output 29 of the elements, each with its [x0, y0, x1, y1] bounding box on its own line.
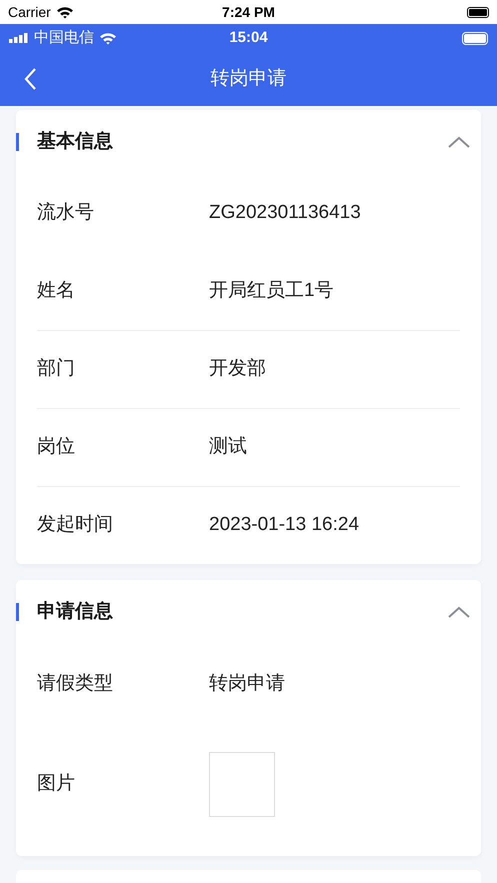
- page-title: 转岗申请: [210, 66, 286, 91]
- signal-icon: [9, 33, 29, 43]
- wifi-icon: [56, 6, 74, 18]
- carrier-label: Carrier: [8, 2, 51, 22]
- carrier-label: 中国电信: [34, 28, 94, 48]
- field-value: ZG202301136413: [209, 200, 361, 225]
- field-value: 转岗申请: [209, 672, 285, 696]
- chevron-up-icon[interactable]: [447, 605, 471, 619]
- field-label: 部门: [37, 357, 76, 382]
- field-label: 图片: [37, 772, 76, 796]
- image-thumbnail[interactable]: [209, 752, 275, 816]
- section-title: 基本信息: [37, 130, 114, 154]
- field-label: 请假类型: [37, 672, 114, 696]
- battery-icon: [466, 6, 489, 18]
- field-label: 岗位: [37, 435, 76, 460]
- section-title: 申请信息: [37, 600, 114, 624]
- field-value: 2023-01-13 16:24: [209, 513, 360, 538]
- battery-icon: [462, 32, 488, 44]
- field-label: 发起时间: [37, 513, 114, 538]
- back-icon: [23, 67, 37, 91]
- chevron-up-icon[interactable]: [447, 135, 471, 149]
- wifi-icon: [99, 32, 117, 44]
- field-value: 开局红员工1号: [209, 278, 334, 303]
- field-label: 姓名: [37, 278, 76, 303]
- field-value: 测试: [209, 435, 247, 460]
- status-time: 7:24 PM: [222, 2, 275, 22]
- status-time: 15:04: [229, 28, 268, 48]
- field-label: 流水号: [37, 200, 95, 225]
- field-value: 开发部: [209, 357, 266, 382]
